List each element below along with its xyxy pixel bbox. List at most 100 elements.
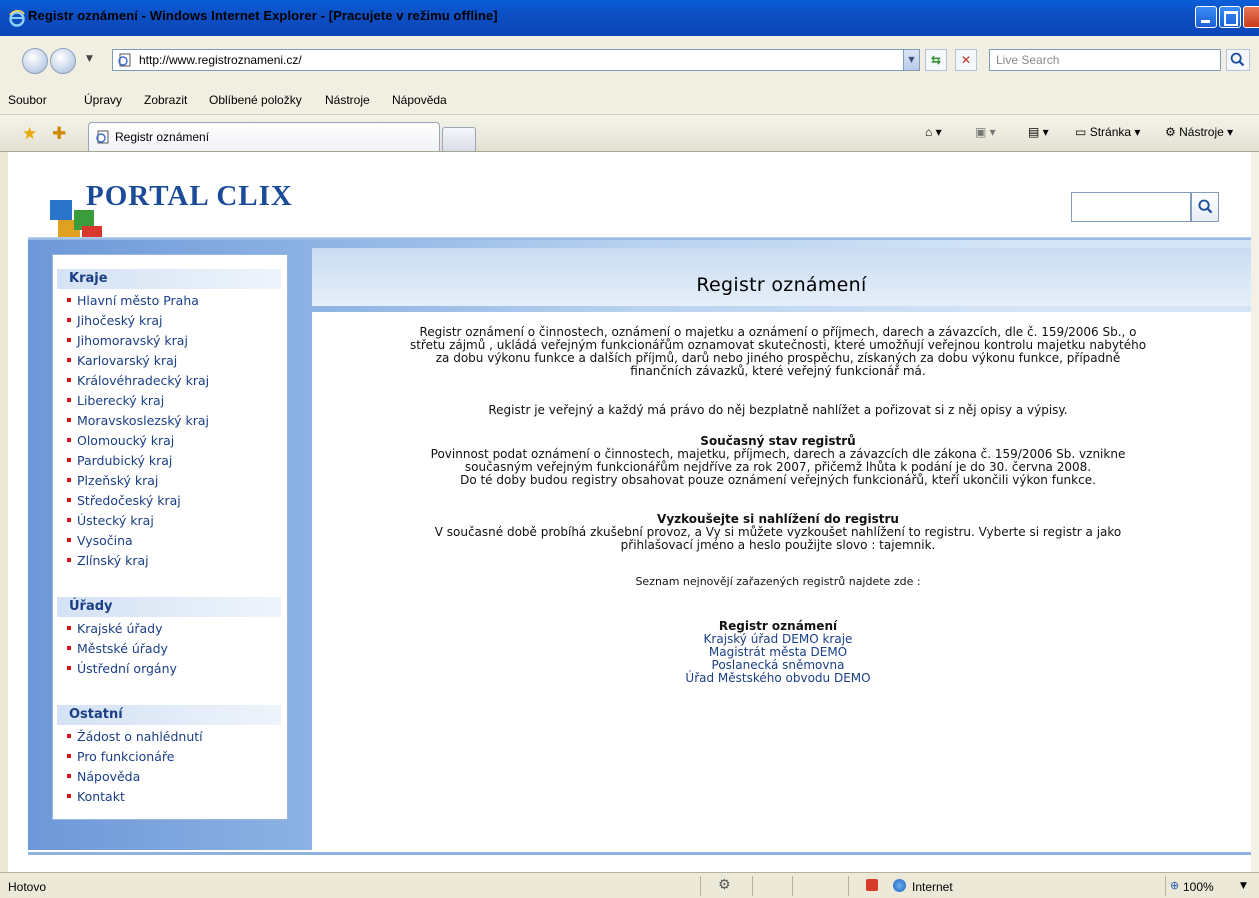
print-icon[interactable]: ▤ ▾ [1028,125,1049,139]
zoom-icon: ⊕ [1170,879,1180,892]
bullet-icon [67,665,71,670]
maximize-button[interactable] [1219,6,1241,28]
gear-icon: ⚙ [1165,125,1176,139]
menu-bar [0,86,1259,115]
back-button[interactable] [22,48,48,74]
favorites-star-icon[interactable]: ★ [22,124,37,144]
url-text: http://www.registroznameni.cz/ [139,53,302,67]
new-tab-button[interactable] [442,127,476,151]
page-icon [96,130,109,144]
popup-blocked-icon[interactable] [866,879,878,891]
menu-tools[interactable]: Nástroje [325,93,370,107]
page-menu[interactable]: ▭ Stránka ▾ [1075,125,1140,139]
tab-registr[interactable]: Registr oznámení [88,122,440,151]
status-divider [700,876,701,896]
minimize-button[interactable] [1195,6,1217,28]
sidebar-item[interactable]: Nápověda [67,767,203,787]
globe-icon [893,879,906,892]
sidebar-heading-kraje: Kraje [57,269,281,289]
page-menu-label: Stránka [1089,125,1132,139]
page-title: Registr oznámení [696,274,867,296]
sidebar-item[interactable]: Ústřední orgány [67,659,177,679]
sidebar: Kraje Hlavní město Praha Jihočeský kraj … [52,254,288,820]
sidebar-item[interactable]: Zlínský kraj [67,551,209,571]
feeds-icon[interactable]: ▣ ▾ [975,125,996,139]
sidebar-item[interactable]: Jihočeský kraj [67,311,209,331]
forward-button[interactable] [50,48,76,74]
registry-link[interactable]: Úřad Městského obvodu DEMO [338,672,1218,685]
sidebar-item[interactable]: Královéhradecký kraj [67,371,209,391]
sidebar-item[interactable]: Liberecký kraj [67,391,209,411]
status-divider [792,876,793,896]
home-icon[interactable]: ⌂ ▾ [925,125,942,139]
registry-section: Registr oznámení Krajský úřad DEMO kraje… [338,620,1218,685]
bullet-icon [67,397,71,402]
sidebar-item[interactable]: Vysočina [67,531,209,551]
bullet-icon [67,753,71,758]
ie-logo-icon [9,9,25,27]
menu-help[interactable]: Nápověda [392,93,447,107]
sidebar-item[interactable]: Jihomoravský kraj [67,331,209,351]
sidebar-item[interactable]: Pardubický kraj [67,451,209,471]
status-text: Hotovo [8,880,47,894]
menu-favorites[interactable]: Oblíbené položky [209,93,302,107]
refresh-icon[interactable]: ⇆ [925,49,947,71]
intro-paragraph: Registr oznámení o činnostech, oznámení … [409,325,1147,378]
status-divider [752,876,753,896]
try-section: Vyzkoušejte si nahlížení do registru V s… [338,513,1218,552]
state-section: Současný stav registrů Povinnost podat o… [338,435,1218,487]
bullet-icon [67,417,71,422]
sidebar-item[interactable]: Karlovarský kraj [67,351,209,371]
close-button[interactable] [1243,6,1259,28]
zoom-level[interactable]: 100% [1183,880,1214,894]
sidebar-item[interactable]: Ústecký kraj [67,511,209,531]
sidebar-item[interactable]: Krajské úřady [67,619,177,639]
bullet-icon [67,793,71,798]
live-search-input[interactable]: Live Search [989,49,1221,71]
sidebar-item[interactable]: Městské úřady [67,639,177,659]
window-left-edge [0,152,8,872]
menu-view[interactable]: Zobrazit [144,93,187,107]
bullet-icon [67,517,71,522]
address-dropdown-icon[interactable]: ▼ [903,49,920,71]
search-icon[interactable] [1226,49,1250,71]
tab-label: Registr oznámení [115,130,210,144]
status-divider [1165,876,1166,896]
offline-icon[interactable]: ⚙ [718,877,731,893]
tools-menu[interactable]: ⚙ Nástroje ▾ [1165,125,1233,139]
zoom-dropdown-icon[interactable]: ▼ [1240,881,1247,891]
add-favorite-icon[interactable]: ✚ [52,124,66,144]
bullet-icon [67,557,71,562]
bullet-icon [67,457,71,462]
stop-icon[interactable]: ✕ [955,49,977,71]
footer-divider [28,852,1251,855]
bullet-icon [67,477,71,482]
page-menu-icon: ▭ [1075,125,1087,139]
sidebar-item[interactable]: Moravskoslezský kraj [67,411,209,431]
vertical-scrollbar[interactable] [1251,152,1259,872]
list-line: Seznam nejnovějí zařazených registrů naj… [635,575,921,588]
security-zone[interactable]: Internet [912,880,953,894]
sidebar-item[interactable]: Žádost o nahlédnutí [67,727,203,747]
portal-logo-text[interactable]: PORTAL CLIX [86,180,293,213]
sidebar-item[interactable]: Hlavní město Praha [67,291,209,311]
sidebar-list-urady: Krajské úřady Městské úřady Ústřední org… [67,619,177,679]
sidebar-item[interactable]: Středočeský kraj [67,491,209,511]
history-dropdown-icon[interactable]: ▼ [86,54,96,64]
sidebar-item[interactable]: Pro funkcionáře [67,747,203,767]
bullet-icon [67,625,71,630]
sidebar-item[interactable]: Plzeňský kraj [67,471,209,491]
site-search-input[interactable] [1071,192,1191,222]
menu-file[interactable]: Soubor [8,93,47,107]
bullet-icon [67,497,71,502]
bullet-icon [67,297,71,302]
page-icon [118,53,131,67]
address-field[interactable]: http://www.registroznameni.cz/ [112,49,920,71]
sidebar-item[interactable]: Olomoucký kraj [67,431,209,451]
sidebar-list-kraje: Hlavní město Praha Jihočeský kraj Jihomo… [67,291,209,571]
sidebar-item[interactable]: Kontakt [67,787,203,807]
site-search-icon[interactable] [1191,192,1219,222]
bullet-icon [67,437,71,442]
page-content: PORTAL CLIX Kraje Hlavní město Praha Jih… [8,152,1251,872]
menu-edit[interactable]: Úpravy [84,93,122,107]
